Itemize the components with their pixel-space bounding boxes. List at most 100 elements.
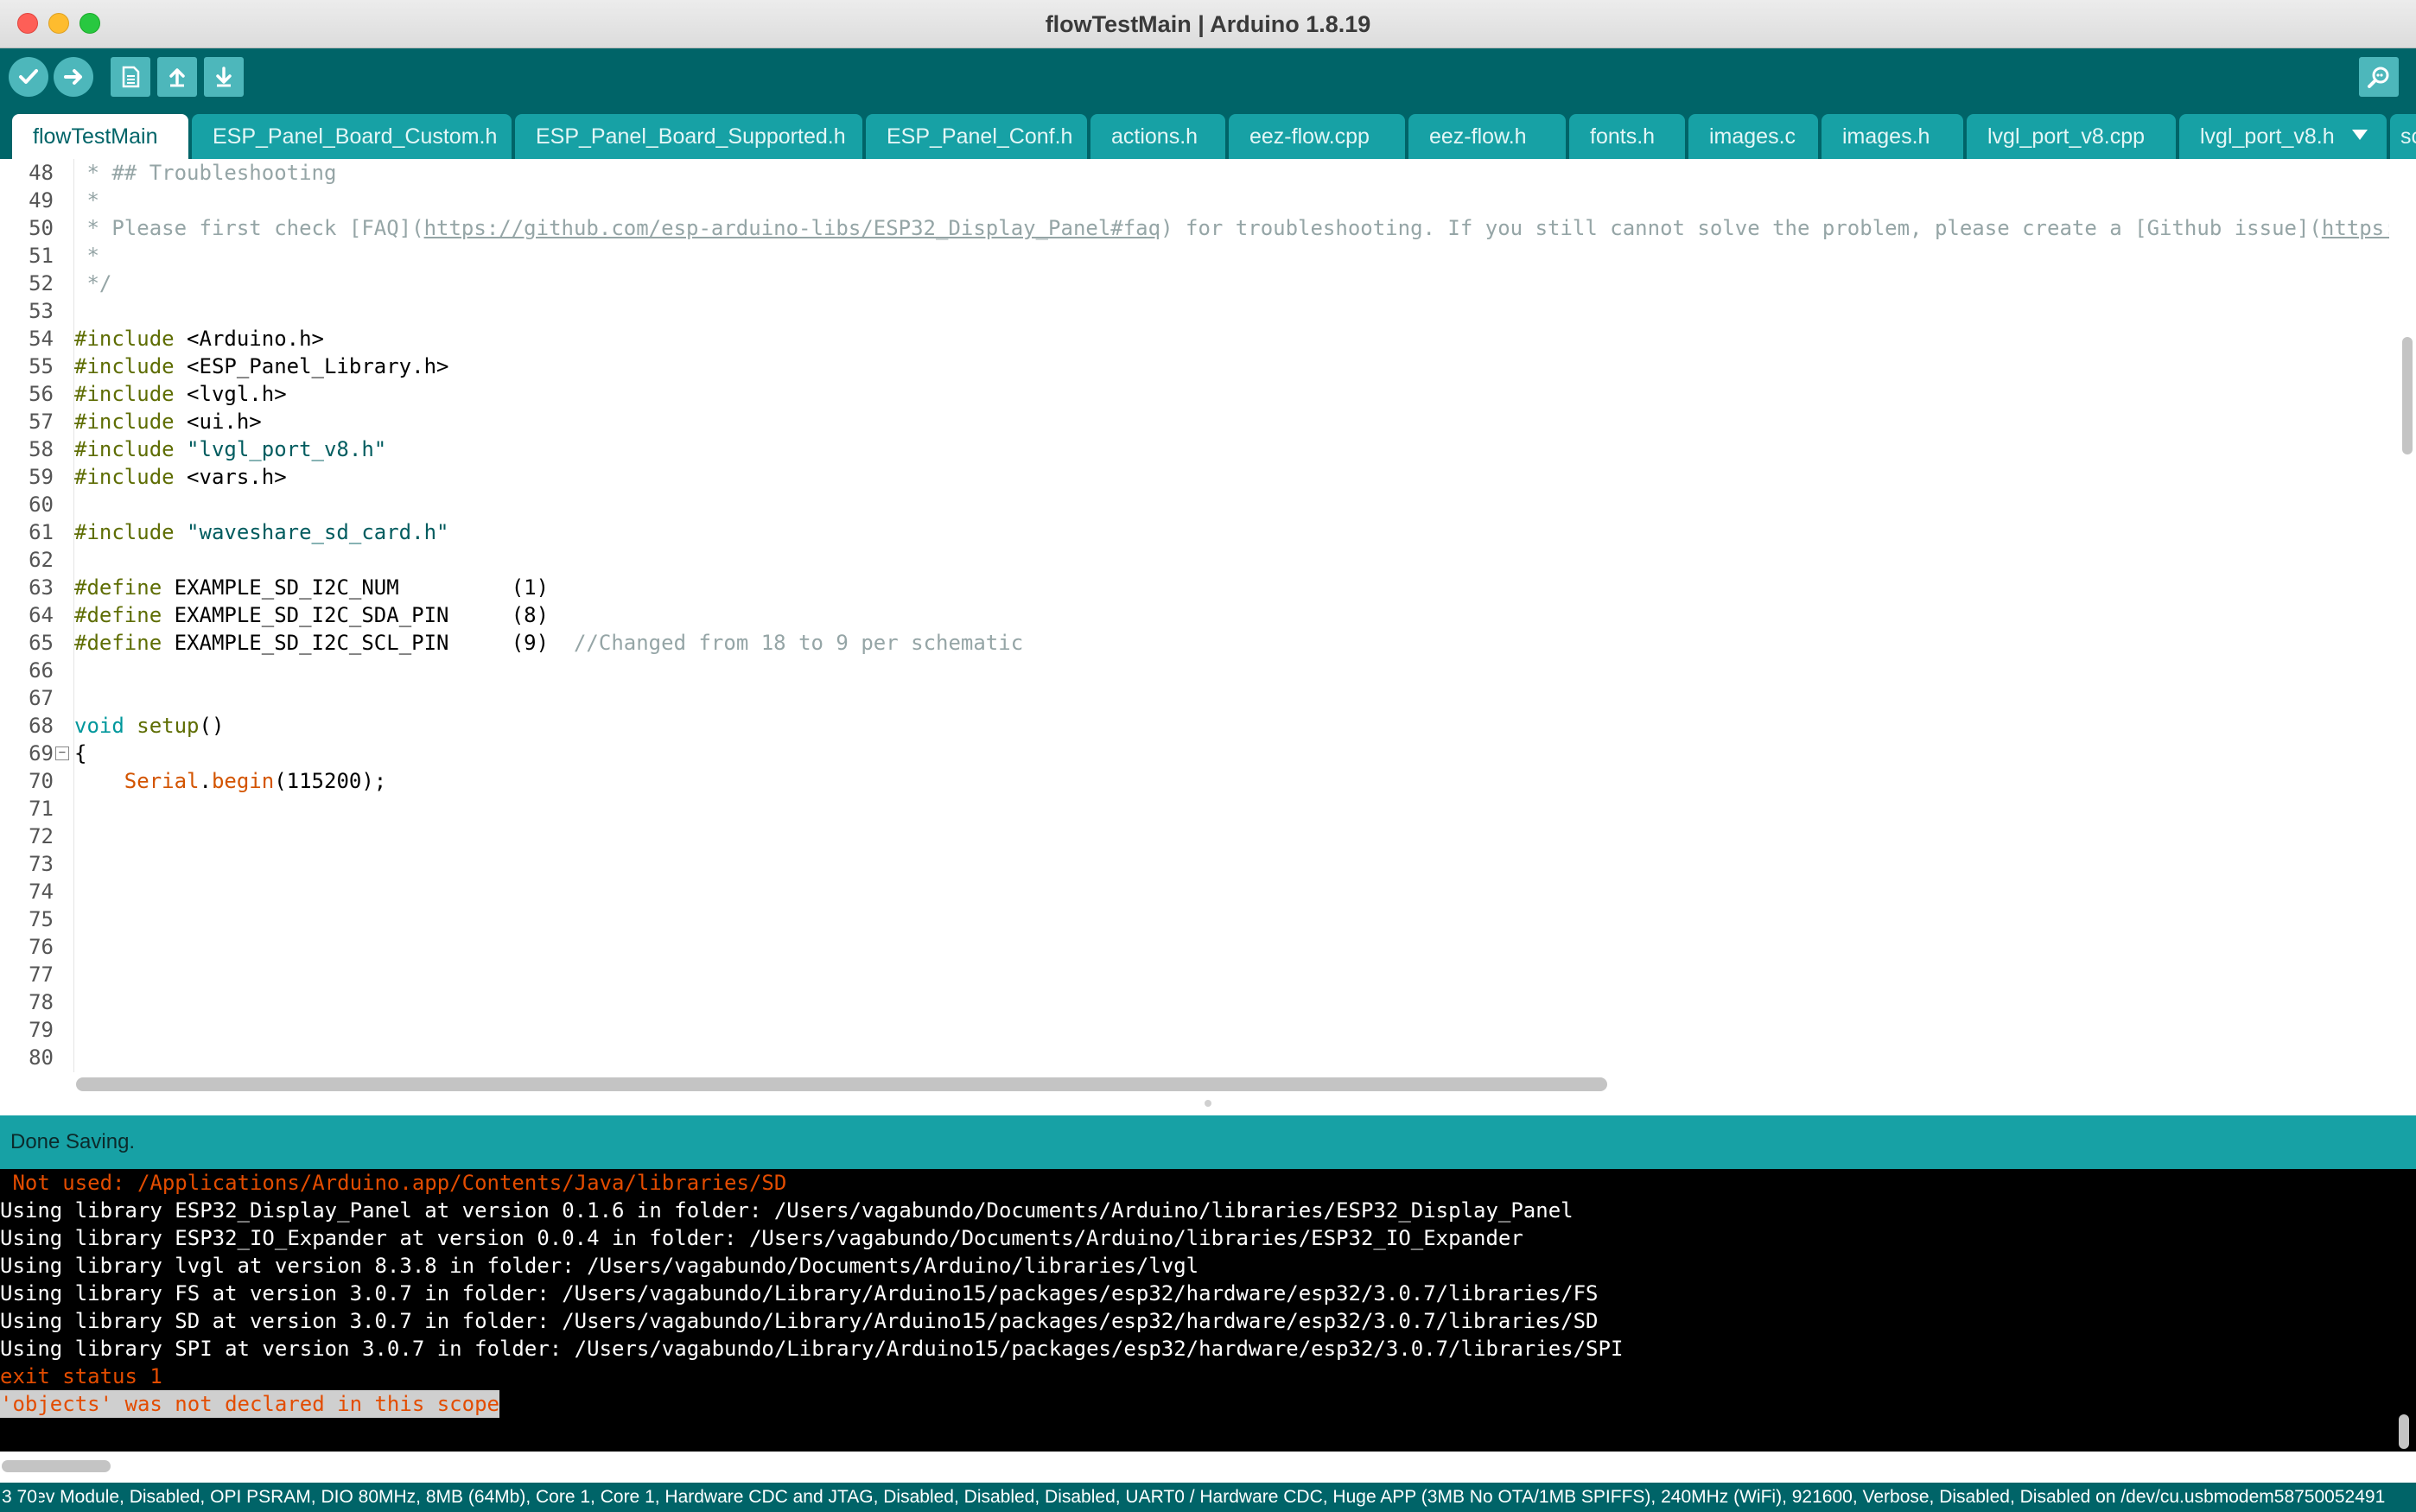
upload-button[interactable] [54, 57, 93, 97]
document-icon [122, 66, 140, 88]
verify-button[interactable] [9, 57, 48, 97]
tab-eez-flow-h[interactable]: eez-flow.h [1408, 114, 1566, 159]
tab-eez-flow-cpp[interactable]: eez-flow.cpp [1229, 114, 1405, 159]
save-button[interactable] [204, 57, 244, 97]
line-number: 71 [29, 797, 54, 821]
status-bar: Done Saving. [0, 1115, 2416, 1169]
include-target: <Arduino.h> [174, 327, 324, 351]
comment-text: */ [74, 271, 112, 295]
code-line-57: #include <ui.h> [74, 408, 262, 435]
code-line-48: * ## Troubleshooting [74, 159, 336, 187]
board-info-bar: Dev Module, Disabled, OPI PSRAM, DIO 80M… [0, 1483, 2416, 1512]
line-number: 72 [29, 824, 54, 848]
console-line: Not used: /Applications/Arduino.app/Cont… [0, 1171, 787, 1195]
code-editor[interactable]: 48 49 50 51 52 53 54 55 56 57 58 59 60 6… [0, 159, 2416, 1072]
console-line: Using library ESP32_Display_Panel at ver… [0, 1198, 1574, 1223]
board-configuration: Dev Module, Disabled, OPI PSRAM, DIO 80M… [22, 1487, 2386, 1507]
console-error-line: 'objects' was not declared in this scope [0, 1390, 499, 1418]
brace: { [74, 741, 87, 766]
line-number: 69 [29, 741, 54, 766]
comment-text: * Please first check [FAQ]( [74, 216, 424, 240]
tab-fonts[interactable]: fonts.h [1569, 114, 1685, 159]
line-number: 80 [29, 1045, 54, 1070]
define-body: EXAMPLE_SD_I2C_SCL_PIN (9) [162, 631, 574, 655]
line-number: 67 [29, 686, 54, 710]
line-number: 66 [29, 658, 54, 683]
tab-flowtestmain[interactable]: flowTestMain [12, 114, 188, 159]
code-line-63: #define EXAMPLE_SD_I2C_NUM (1) [74, 574, 549, 601]
parens: () [199, 714, 225, 738]
fold-toggle-icon[interactable]: − [55, 746, 69, 760]
line-number: 76 [29, 935, 54, 959]
include-target: <vars.h> [174, 465, 287, 489]
code-line-68: void setup() [74, 712, 224, 740]
tab-images-c[interactable]: images.c [1688, 114, 1818, 159]
include-directive: #include [74, 437, 175, 461]
code-line-55: #include <ESP_Panel_Library.h> [74, 353, 448, 380]
github-issue-link[interactable]: https://gith [2322, 216, 2389, 240]
tab-esp-panel-conf[interactable]: ESP_Panel_Conf.h [866, 114, 1087, 159]
split-handle[interactable] [1205, 1100, 1211, 1107]
include-target: <ui.h> [174, 410, 262, 434]
new-sketch-button[interactable] [111, 57, 150, 97]
line-number: 68 [29, 714, 54, 738]
tab-lvgl-port-cpp[interactable]: lvgl_port_v8.cpp [1967, 114, 2176, 159]
up-arrow-icon [169, 68, 185, 87]
define-directive: #define [74, 575, 162, 600]
include-directive: #include [74, 327, 175, 351]
toolbar [0, 48, 2416, 105]
status-message: Done Saving. [10, 1130, 136, 1153]
console-horizontal-scrollbar[interactable] [2, 1460, 111, 1472]
tab-menu-arrow-icon[interactable] [2352, 130, 2368, 140]
dot: . [199, 769, 212, 793]
editor-horizontal-scrollbar[interactable] [76, 1077, 1607, 1091]
line-number: 52 [29, 271, 54, 295]
line-number: 79 [29, 1018, 54, 1042]
console-line: Using library ESP32_IO_Expander at versi… [0, 1226, 1523, 1250]
tab-esp-panel-board-supported[interactable]: ESP_Panel_Board_Supported.h [515, 114, 862, 159]
code-line-69: { [74, 740, 86, 767]
faq-link[interactable]: https://github.com/esp-arduino-libs/ESP3… [424, 216, 1161, 240]
code-text-area[interactable]: * ## Troubleshooting * * Please first ch… [73, 159, 2389, 1072]
console-line: Using library FS at version 3.0.7 in fol… [0, 1281, 1599, 1306]
keyword: void [74, 714, 124, 738]
line-number: 56 [29, 382, 54, 406]
editor-vertical-scrollbar[interactable] [2402, 337, 2413, 454]
object-name: Serial [124, 769, 200, 793]
line-number: 48 [29, 161, 54, 185]
tab-images-h[interactable]: images.h [1822, 114, 1963, 159]
line-number: 58 [29, 437, 54, 461]
line-number: 55 [29, 354, 54, 378]
line-number-gutter: 48 49 50 51 52 53 54 55 56 57 58 59 60 6… [0, 159, 73, 1072]
line-number: 65 [29, 631, 54, 655]
console-vertical-scrollbar[interactable] [2399, 1414, 2409, 1449]
line-number: 70 [29, 769, 54, 793]
serial-monitor-button[interactable] [2359, 57, 2399, 97]
window-title: flowTestMain | Arduino 1.8.19 [1045, 11, 1371, 37]
line-number: 64 [29, 603, 54, 627]
line-number: 75 [29, 907, 54, 931]
console-output[interactable]: Not used: /Applications/Arduino.app/Cont… [0, 1169, 2416, 1452]
line-number: 57 [29, 410, 54, 434]
code-line-59: #include <vars.h> [74, 463, 287, 491]
include-directive: #include [74, 382, 175, 406]
include-directive: #include [74, 410, 175, 434]
include-target: <lvgl.h> [174, 382, 287, 406]
line-number: 73 [29, 852, 54, 876]
tab-actions[interactable]: actions.h [1090, 114, 1225, 159]
console-line: Using library lvgl at version 8.3.8 in f… [0, 1254, 1199, 1278]
line-number: 78 [29, 990, 54, 1014]
tab-bar: flowTestMain ESP_Panel_Board_Custom.h ES… [0, 105, 2416, 159]
function-name: setup [137, 714, 200, 738]
code-line-51: * [74, 242, 99, 270]
line-number: 60 [29, 492, 54, 517]
comment-text: //Changed from 18 to 9 per schematic [573, 631, 1024, 655]
tab-esp-panel-board-custom[interactable]: ESP_Panel_Board_Custom.h [192, 114, 512, 159]
tab-overflow[interactable]: sc [2390, 114, 2416, 159]
line-number: 62 [29, 548, 54, 572]
code-line-56: #include <lvgl.h> [74, 380, 287, 408]
code-line-61: #include "waveshare_sd_card.h" [74, 518, 448, 546]
open-button[interactable] [157, 57, 197, 97]
